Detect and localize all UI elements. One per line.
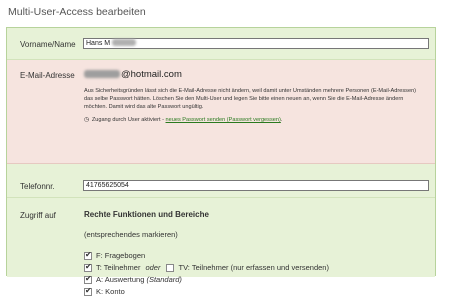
name-label: Vorname/Name xyxy=(20,40,76,49)
access-label: Zugriff auf xyxy=(20,211,56,220)
email-value: @hotmail.com xyxy=(84,69,182,80)
phone-row: Telefonnr. 41765625054 xyxy=(7,164,435,198)
page-title: Multi-User-Access bearbeiten xyxy=(8,6,146,18)
checkbox-teilnehmer[interactable] xyxy=(84,262,92,272)
permission-suffix: (Standard) xyxy=(146,275,182,284)
redaction-blur xyxy=(84,70,120,78)
checkbox-konto[interactable] xyxy=(84,286,92,296)
email-label: E-Mail-Adresse xyxy=(20,71,75,80)
checkbox-teilnehmer-nur-erfassen[interactable] xyxy=(166,263,175,272)
send-password-link[interactable]: neues Passwort senden (Passwort vergesse… xyxy=(166,117,281,123)
name-row: Vorname/Name Hans M xyxy=(7,28,435,60)
clock-icon: ◷ xyxy=(84,117,90,123)
name-value: Hans M xyxy=(86,40,111,47)
permission-item[interactable]: T: Teilnehmer oder TV: Teilnehmer (nur e… xyxy=(84,262,329,272)
access-status: ◷ Zugang durch User aktiviert - neues Pa… xyxy=(84,116,426,124)
form-panel: Vorname/Name Hans M E-Mail-Adresse @hotm… xyxy=(6,27,436,296)
name-input[interactable]: Hans M xyxy=(83,38,429,49)
phone-input[interactable]: 41765625054 xyxy=(83,180,429,191)
email-security-note: Aus Sicherheitsgründen lässt sich die E-… xyxy=(84,88,417,110)
checkbox-auswertung[interactable] xyxy=(84,274,92,284)
checkbox-fragebogen[interactable] xyxy=(84,250,92,260)
permission-item[interactable]: K: Konto xyxy=(84,286,125,296)
access-status-suffix: . xyxy=(280,117,283,123)
permission-item[interactable]: F: Fragebogen xyxy=(84,250,146,260)
access-hint: (entsprechendes markieren) xyxy=(84,230,178,239)
permission-label: F: Fragebogen xyxy=(96,251,146,260)
redaction-blur xyxy=(112,39,137,46)
permission-item[interactable]: A: Auswertung (Standard) xyxy=(84,274,182,284)
permission-label: TV: Teilnehmer (nur erfassen und versend… xyxy=(178,263,329,272)
phone-value: 41765625054 xyxy=(86,182,129,189)
access-status-text: Zugang durch User aktiviert - xyxy=(91,117,166,123)
permission-label: A: Auswertung xyxy=(96,275,145,284)
or-text: oder xyxy=(145,263,161,272)
email-row: E-Mail-Adresse @hotmail.com Aus Sicherhe… xyxy=(7,60,435,164)
access-heading: Rechte Funktionen und Bereiche xyxy=(84,210,209,219)
phone-label: Telefonnr. xyxy=(20,182,55,191)
permission-label: K: Konto xyxy=(96,287,125,296)
permission-label: T: Teilnehmer xyxy=(96,263,141,272)
email-domain: @hotmail.com xyxy=(121,69,182,80)
access-row: Zugriff auf Rechte Funktionen und Bereic… xyxy=(7,198,435,296)
